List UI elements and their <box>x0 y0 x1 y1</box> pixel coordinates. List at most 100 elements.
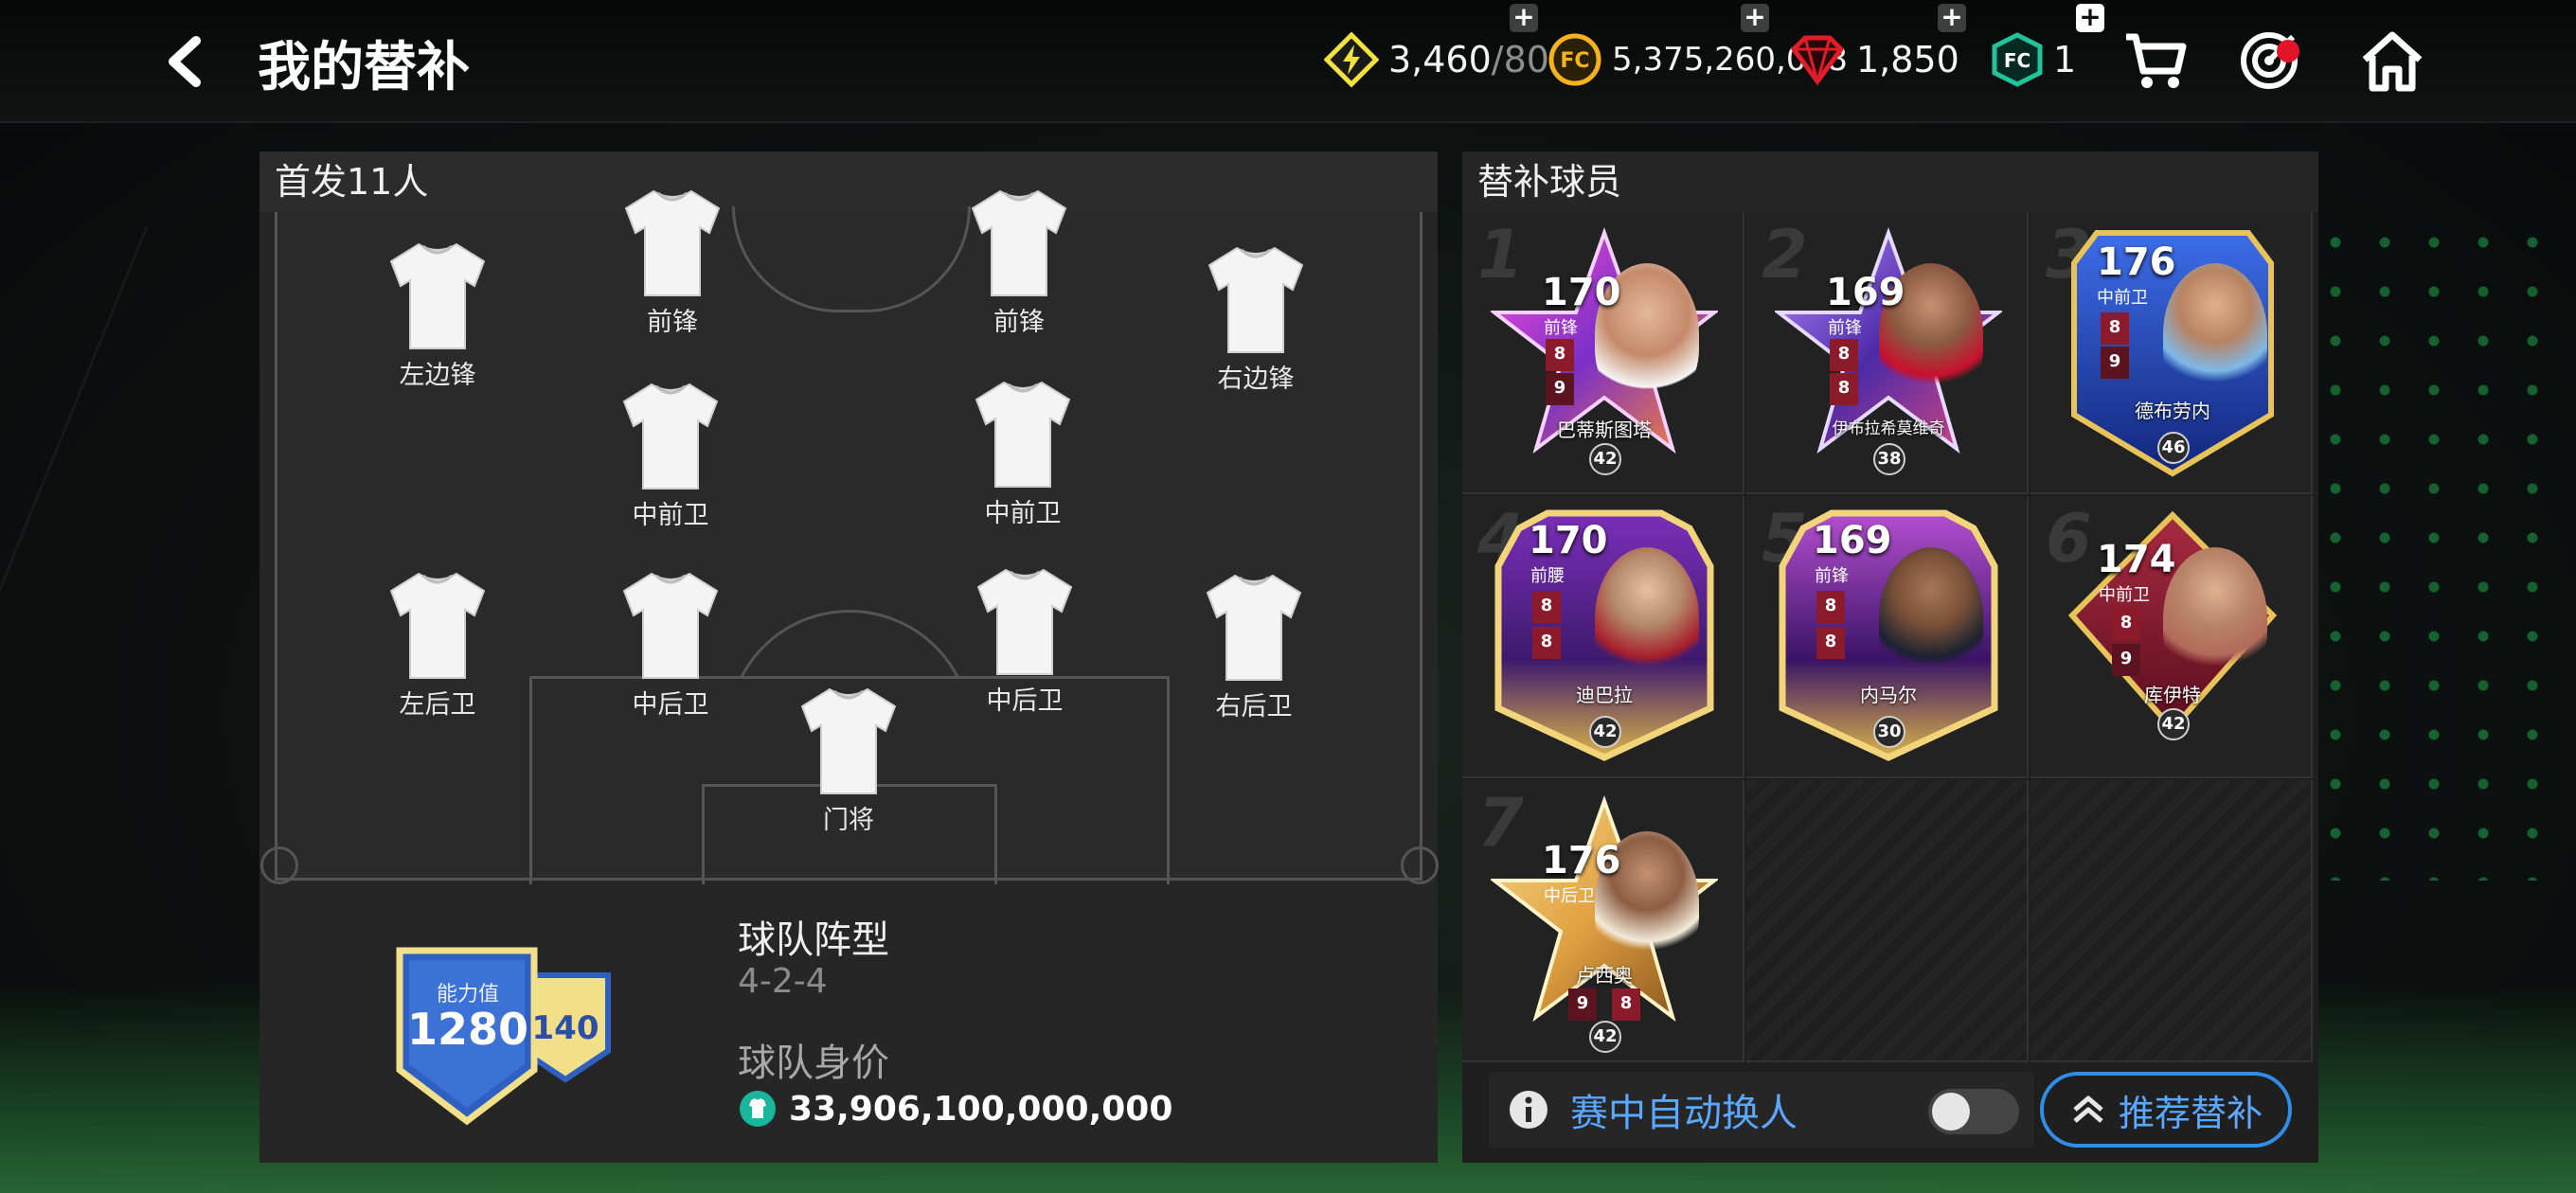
add-gem-button[interactable]: + <box>1938 4 1966 32</box>
player-name: 迪巴拉 <box>1576 684 1633 706</box>
page-title: 我的替补 <box>258 37 470 98</box>
recommend-subs-button[interactable]: 推荐替补 <box>2040 1072 2292 1148</box>
team-value-row: 33,906,100,000,000 <box>738 1089 1172 1129</box>
shirt-coin-icon <box>740 1091 776 1127</box>
player-ovr: 170 <box>1542 271 1621 314</box>
player-slot-gk[interactable]: 门将 <box>763 684 934 836</box>
team-rating-badge[interactable]: 能力值 1280 140 <box>392 947 619 1140</box>
level-badge: 8 <box>1816 627 1845 659</box>
player-name: 卢西奥 <box>1576 964 1633 987</box>
fc-token-icon: FC <box>1992 32 2043 87</box>
player-ovr: 176 <box>2097 240 2176 284</box>
bench-slot-7[interactable]: 7 176 中后卫 9 8 卢西奥 42 <box>1462 780 1744 1062</box>
add-coin-button[interactable]: + <box>1741 4 1769 32</box>
position-label: 中前卫 <box>632 501 709 530</box>
corner-arc-left <box>260 846 298 884</box>
energy-max: /80 <box>1491 39 1549 80</box>
double-chevron-up-icon <box>2073 1095 2103 1123</box>
player-slot-lb[interactable]: 左后卫 <box>352 568 523 721</box>
player-portrait <box>1595 547 1699 689</box>
player-position: 前锋 <box>1815 566 1849 586</box>
add-token-button[interactable]: + <box>2076 4 2104 32</box>
player-slot-cb1[interactable]: 中后卫 <box>585 568 756 721</box>
player-slot-cm2[interactable]: 中前卫 <box>938 377 1108 529</box>
shirt-icon <box>389 242 486 349</box>
shirt-icon <box>976 568 1073 675</box>
level-badge: 9 <box>1568 988 1597 1021</box>
bench-controls: 赛中自动换人 推荐替补 <box>1489 1072 2296 1148</box>
energy-value: 3,460 <box>1388 39 1492 80</box>
position-label: 左边锋 <box>399 361 476 390</box>
player-card[interactable]: 169 前锋 8 8 伊布拉希莫维奇 38 <box>1775 225 2002 481</box>
player-card[interactable]: 174 中前卫 8 9 库伊特 42 <box>2059 509 2286 765</box>
player-level: 42 <box>1589 443 1621 475</box>
add-energy-button[interactable]: + <box>1510 4 1538 32</box>
player-slot-st2[interactable]: 前锋 <box>934 186 1104 338</box>
shirt-icon <box>1208 246 1304 353</box>
team-value-label: 球队身价 <box>738 1042 889 1085</box>
bench-slot-empty[interactable] <box>2030 780 2313 1062</box>
player-card[interactable]: 176 中后卫 9 8 卢西奥 42 <box>1491 793 1718 1053</box>
player-level: 30 <box>1873 716 1905 748</box>
corner-arc-right <box>1401 846 1439 884</box>
player-card[interactable]: 169 前锋 8 8 内马尔 30 <box>1775 509 2002 765</box>
bench-slot-empty[interactable] <box>1746 780 2029 1062</box>
shirt-icon <box>1206 574 1302 681</box>
missions-button[interactable] <box>2231 23 2307 98</box>
level-badge: 8 <box>1532 627 1561 659</box>
bench-slot-4[interactable]: 4 170 前腰 8 8 迪巴拉 42 <box>1462 496 1744 778</box>
upgrade-badge: 8 <box>1830 339 1858 371</box>
bench-panel: 替补球员 1 170 前锋 8 9 巴蒂斯图塔 42 2 169 前锋 8 8 … <box>1462 151 2318 1163</box>
player-level: 38 <box>1873 443 1905 475</box>
energy-icon <box>1324 32 1379 87</box>
svg-text:FC: FC <box>1560 49 1589 73</box>
shop-button[interactable] <box>2118 23 2193 98</box>
home-icon <box>2362 31 2423 92</box>
bench-slot-5[interactable]: 5 169 前锋 8 8 内马尔 30 <box>1746 496 2029 778</box>
player-slot-rw[interactable]: 右边锋 <box>1171 242 1341 395</box>
bench-slot-6[interactable]: 6 174 中前卫 8 9 库伊特 42 <box>2030 496 2313 778</box>
player-card[interactable]: 176 中前卫 8 9 德布劳内 46 <box>2059 225 2286 481</box>
shirt-icon <box>971 189 1067 296</box>
formation-value[interactable]: 4-2-4 <box>738 962 828 1001</box>
shopping-cart-icon <box>2126 33 2187 88</box>
recommend-subs-label: 推荐替补 <box>2118 1092 2263 1134</box>
player-slot-rb[interactable]: 右后卫 <box>1169 570 1339 722</box>
bench-slot-3[interactable]: 3 176 中前卫 8 9 德布劳内 46 <box>2030 212 2313 494</box>
gem-currency[interactable]: 1,850 + <box>1788 4 1966 91</box>
bench-slot-1[interactable]: 1 170 前锋 8 9 巴蒂斯图塔 42 <box>1462 212 1744 494</box>
player-card[interactable]: 170 前腰 8 8 迪巴拉 42 <box>1491 509 1718 765</box>
home-button[interactable] <box>2354 23 2430 98</box>
starting-lineup-panel: 首发11人 左边锋 前锋 前锋 右边锋 中前卫 中前卫 左后卫 中后卫 中后卫 … <box>259 151 1439 1163</box>
team-value: 33,906,100,000,000 <box>789 1089 1173 1129</box>
position-label: 右后卫 <box>1215 692 1293 721</box>
player-slot-lw[interactable]: 左边锋 <box>352 239 523 391</box>
player-name: 库伊特 <box>2144 684 2201 706</box>
back-button[interactable] <box>152 28 218 95</box>
upgrade-badge: 8 <box>1612 988 1640 1021</box>
auto-sub-toggle[interactable] <box>1928 1089 2019 1134</box>
chevron-left-icon <box>169 36 201 87</box>
player-position: 前锋 <box>1544 318 1578 338</box>
player-card[interactable]: 170 前锋 8 9 巴蒂斯图塔 42 <box>1491 225 1718 481</box>
auto-sub-row: 赛中自动换人 <box>1489 1072 2034 1148</box>
player-position: 前锋 <box>1828 318 1862 338</box>
player-slot-cb2[interactable]: 中后卫 <box>939 564 1110 717</box>
energy-currency[interactable]: 3,460/80 + <box>1324 4 1549 91</box>
position-label: 中前卫 <box>984 499 1062 528</box>
shirt-icon <box>622 572 719 679</box>
token-currency[interactable]: FC 1 + <box>1991 4 2104 91</box>
player-portrait <box>2163 263 2267 405</box>
token-value: 1 <box>2053 39 2077 80</box>
svg-text:FC: FC <box>2004 49 2030 72</box>
player-name: 巴蒂斯图塔 <box>1557 418 1652 441</box>
player-ovr: 169 <box>1813 519 1892 562</box>
player-portrait <box>2163 547 2267 689</box>
bench-slot-2[interactable]: 2 169 前锋 8 8 伊布拉希莫维奇 38 <box>1746 212 2029 494</box>
level-badge: 8 <box>1830 373 1858 405</box>
lineup-title: 首发11人 <box>259 151 1438 212</box>
player-name: 伊布拉希莫维奇 <box>1832 419 1945 438</box>
player-slot-cm1[interactable]: 中前卫 <box>585 379 756 531</box>
player-slot-st1[interactable]: 前锋 <box>587 186 758 338</box>
info-icon[interactable] <box>1508 1089 1549 1131</box>
